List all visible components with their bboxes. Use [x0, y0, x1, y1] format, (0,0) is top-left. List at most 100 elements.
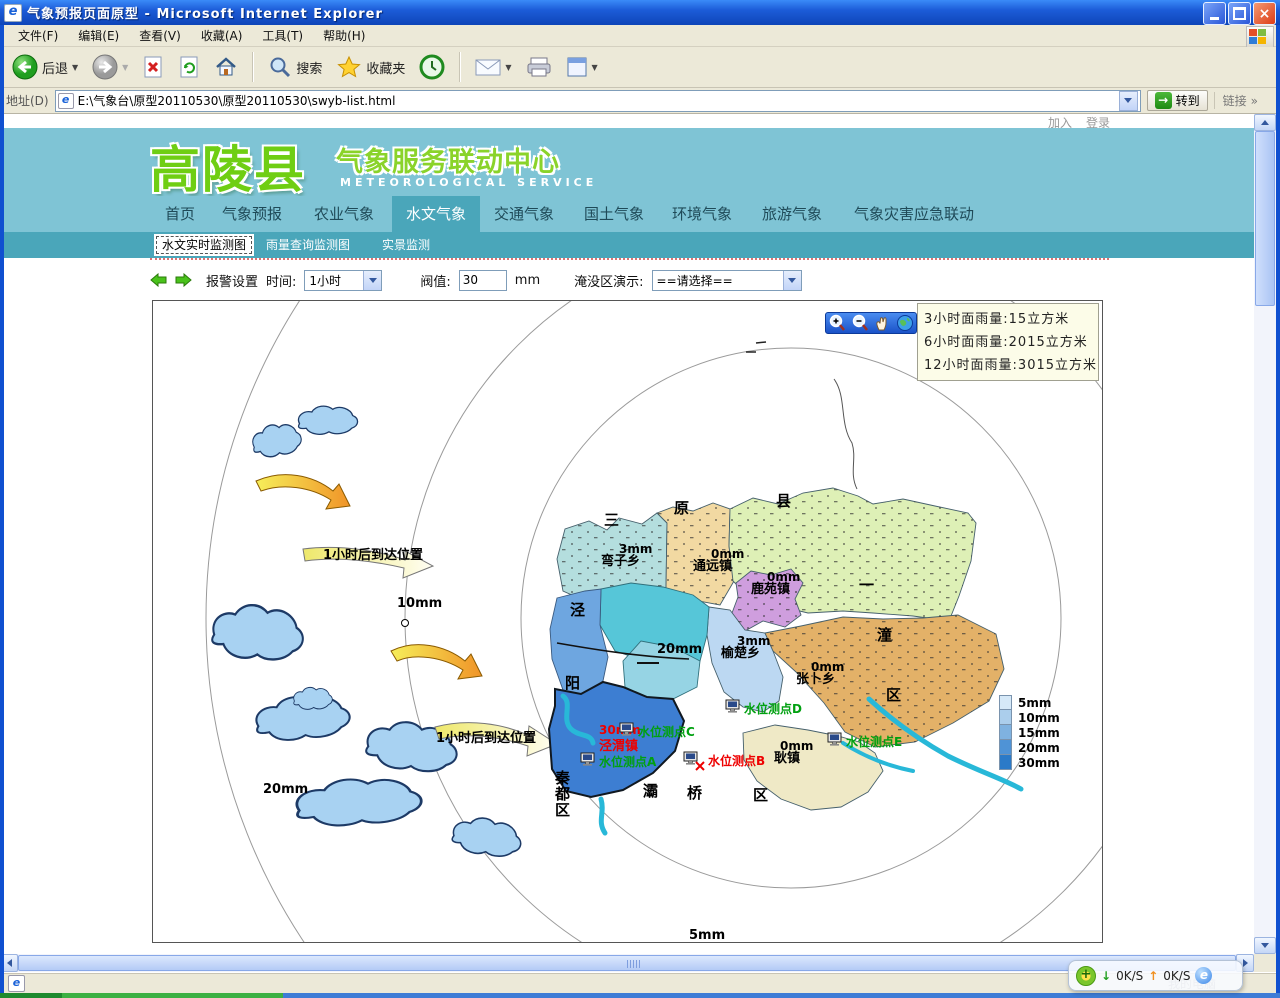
logo-subtitle: METEOROLOGICAL SERVICE: [340, 176, 597, 189]
refresh-button[interactable]: [174, 53, 204, 81]
forward-button[interactable]: ▼: [88, 52, 132, 82]
edit-icon: [566, 56, 588, 78]
restore-button[interactable]: [1228, 2, 1251, 25]
subnav-rain-query[interactable]: 雨量查询监测图: [266, 232, 350, 258]
ie-tray-icon: e: [1195, 967, 1212, 984]
subnav-live-view[interactable]: 实景监测: [382, 232, 430, 258]
scroll-up-button[interactable]: [1254, 114, 1276, 131]
next-arrow-button[interactable]: [175, 273, 192, 287]
home-button[interactable]: [210, 53, 242, 81]
vertical-scroll-thumb[interactable]: [1255, 131, 1275, 306]
window-border-right: [1276, 25, 1280, 993]
menu-tools[interactable]: 工具(T): [252, 25, 313, 46]
nav-land[interactable]: 国土气象: [584, 196, 644, 232]
sub-nav: 水文实时监测图 雨量查询监测图 实景监测: [4, 232, 1254, 258]
subnav-realtime-monitor[interactable]: 水文实时监测图: [154, 234, 254, 256]
svg-text:0mm: 0mm: [811, 660, 844, 674]
scroll-down-button[interactable]: [1254, 937, 1276, 954]
svg-text:3mm: 3mm: [619, 542, 652, 556]
flood-demo-value: ==请选择==: [653, 272, 737, 289]
menu-bar: 文件(F) 编辑(E) 查看(V) 收藏(A) 工具(T) 帮助(H): [0, 25, 1280, 47]
alarm-controls: 报警设置 时间: 1小时 阀值: mm 淹没区演示: ==请选择==: [150, 258, 1109, 298]
logo-county: 高陵县: [150, 130, 306, 202]
links-button[interactable]: 链接 »: [1214, 92, 1258, 109]
address-value: E:\气象台\原型20110530\原型20110530\swyb-list.h…: [78, 92, 396, 109]
flood-demo-select[interactable]: ==请选择==: [652, 270, 802, 291]
ring-label-5mm: 5mm: [689, 928, 725, 942]
arrival-label-1: 1小时后到达位置: [323, 547, 423, 563]
zoom-in-icon[interactable]: [828, 314, 846, 332]
mail-button[interactable]: ▼: [471, 55, 515, 79]
station-B-label: 水位测点B: [708, 753, 765, 768]
time-select[interactable]: 1小时: [304, 270, 382, 291]
print-button[interactable]: [522, 54, 556, 80]
ie-app-icon: e: [4, 4, 22, 22]
minimize-button[interactable]: [1203, 2, 1226, 25]
address-label: 地址(D): [6, 92, 49, 109]
time-select-value: 1小时: [305, 272, 345, 289]
back-dropdown[interactable]: ▼: [72, 63, 78, 72]
nav-tourism[interactable]: 旅游气象: [762, 196, 822, 232]
nav-disaster-emergency[interactable]: 气象灾害应急联动: [854, 196, 974, 232]
upload-speed: 0K/S: [1163, 969, 1190, 983]
home-icon: [214, 55, 238, 79]
horizontal-scrollbar[interactable]: [0, 954, 1254, 972]
back-button[interactable]: 后退 ▼: [8, 52, 82, 82]
download-speed: 0K/S: [1116, 969, 1143, 983]
nav-environment[interactable]: 环境气象: [672, 196, 732, 232]
favorites-button[interactable]: 收藏夹: [332, 53, 409, 81]
pan-hand-icon[interactable]: [873, 314, 891, 332]
mail-dropdown[interactable]: ▼: [505, 63, 511, 72]
nav-home[interactable]: 首页: [165, 196, 195, 232]
menu-edit[interactable]: 编辑(E): [68, 25, 129, 46]
threshold-input[interactable]: [459, 270, 507, 291]
stop-button[interactable]: [138, 53, 168, 81]
threshold-label: 阀值:: [420, 271, 450, 290]
rain-3h: 3小时面雨量:15立方米: [924, 308, 1092, 331]
contour-label-20mm: 20mm: [657, 642, 702, 657]
forward-dropdown[interactable]: ▼: [122, 63, 128, 72]
nav-weather-forecast[interactable]: 气象预报: [222, 196, 282, 232]
address-dropdown[interactable]: [1119, 91, 1138, 111]
ring-label-20mm: 20mm: [263, 782, 308, 797]
close-button[interactable]: ×: [1253, 2, 1276, 25]
station-B[interactable]: 水位测点B: [684, 752, 765, 770]
map-canvas: 1小时后到达位置 1小时后到达位置: [153, 301, 1102, 942]
history-button[interactable]: [415, 52, 449, 82]
svg-text:0mm: 0mm: [767, 570, 800, 584]
forward-icon: [92, 54, 118, 80]
menu-favorites[interactable]: 收藏(A): [191, 25, 253, 46]
svg-text:泾: 泾: [570, 601, 585, 619]
go-button[interactable]: → 转到: [1147, 90, 1208, 111]
station-D[interactable]: 水位测点D: [726, 700, 802, 716]
taskbar-sliver: [0, 993, 1280, 998]
edit-dropdown[interactable]: ▼: [592, 63, 598, 72]
search-button[interactable]: 搜索: [264, 53, 326, 81]
prev-arrow-button[interactable]: [150, 273, 167, 287]
net-speed-widget[interactable]: + ↓ 0K/S ↑ 0K/S e: [1068, 960, 1243, 991]
svg-text:县: 县: [776, 492, 791, 510]
title-bar: e 气象预报页面原型 - Microsoft Internet Explorer…: [0, 0, 1280, 25]
svg-text:灞: 灞: [643, 782, 658, 800]
svg-text:区: 区: [753, 786, 768, 804]
vertical-scrollbar[interactable]: [1254, 114, 1276, 954]
station-B-alert-cross-icon: [696, 762, 704, 770]
address-input[interactable]: e E:\气象台\原型20110530\原型20110530\swyb-list…: [55, 90, 1141, 112]
menu-file[interactable]: 文件(F): [8, 25, 68, 46]
nav-agriculture[interactable]: 农业气象: [314, 196, 374, 232]
star-icon: [336, 55, 362, 79]
menu-help[interactable]: 帮助(H): [313, 25, 375, 46]
globe-icon[interactable]: [896, 314, 914, 332]
status-page-icon: e: [8, 975, 25, 992]
hydrology-map[interactable]: 1小时后到达位置 1小时后到达位置: [152, 300, 1103, 943]
browser-toolbar: 后退 ▼ ▼ 搜索 收藏夹 ▼ ▼: [0, 47, 1280, 88]
nav-hydrology[interactable]: 水文气象: [392, 196, 480, 232]
nav-traffic[interactable]: 交通气象: [494, 196, 554, 232]
station-E-label: 水位测点E: [846, 734, 902, 749]
horizontal-scroll-thumb[interactable]: [18, 955, 1236, 971]
edit-button[interactable]: ▼: [562, 54, 602, 80]
zoom-out-icon[interactable]: [851, 314, 869, 332]
time-select-arrow-icon: [363, 271, 381, 290]
menu-view[interactable]: 查看(V): [129, 25, 191, 46]
time-label: 时间:: [266, 271, 296, 290]
